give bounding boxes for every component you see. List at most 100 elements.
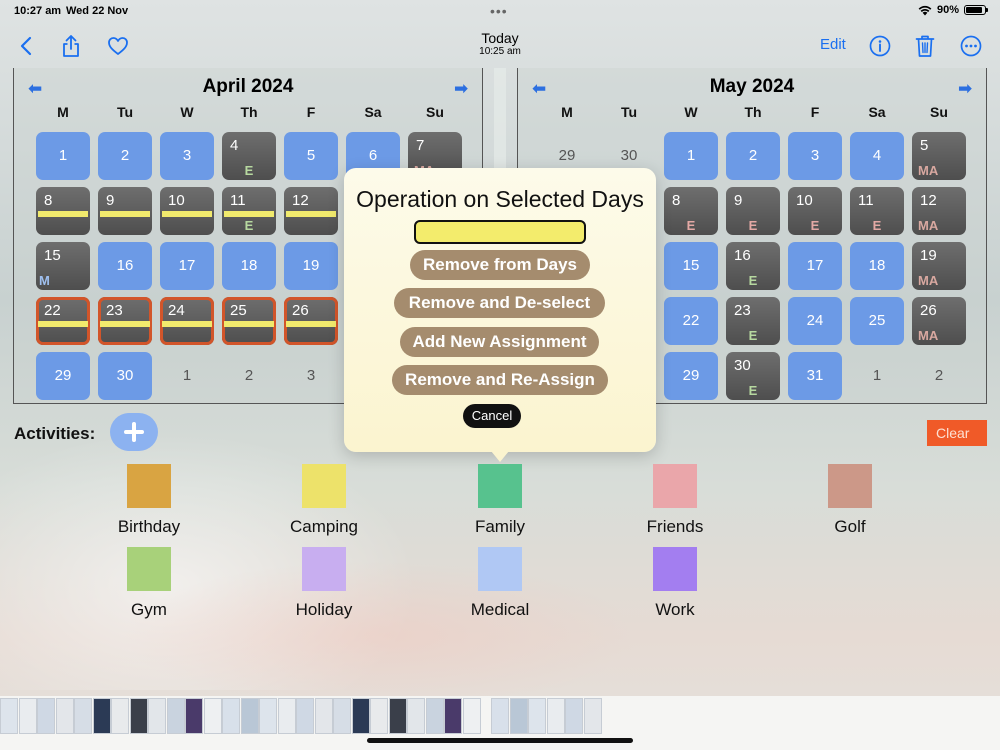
screenshot-thumbnail[interactable] (462, 698, 481, 734)
screenshot-thumbnail[interactable] (491, 698, 509, 734)
calendar-day[interactable]: 30 (98, 352, 152, 400)
screenshot-thumbnail[interactable] (333, 698, 351, 734)
calendar-day[interactable]: 19 MA (912, 242, 966, 290)
share-icon[interactable] (57, 32, 85, 60)
activity-name[interactable]: Golf (780, 517, 920, 537)
next-month-arrow-icon[interactable]: ➡ (454, 79, 468, 99)
calendar-day[interactable]: 3 (284, 352, 338, 400)
calendar-day[interactable]: 5 (284, 132, 338, 180)
screenshot-thumbnail[interactable] (18, 698, 37, 734)
calendar-day[interactable]: 10 E (788, 187, 842, 235)
calendar-day[interactable]: 22 (36, 297, 90, 345)
calendar-day[interactable]: 2 (912, 352, 966, 400)
screenshot-thumbnail[interactable] (528, 698, 546, 734)
screenshot-thumbnail[interactable] (259, 698, 277, 734)
calendar-day[interactable]: 30 E (726, 352, 780, 400)
calendar-day[interactable]: 19 (284, 242, 338, 290)
screenshot-thumbnail[interactable] (37, 698, 55, 734)
calendar-day[interactable]: 3 (788, 132, 842, 180)
screenshot-thumbnail[interactable] (55, 698, 74, 734)
calendar-day[interactable]: 16 (98, 242, 152, 290)
activity-color-swatch[interactable] (653, 464, 697, 508)
screenshot-thumbnail[interactable] (296, 698, 314, 734)
calendar-day[interactable]: 22 (664, 297, 718, 345)
calendar-day[interactable]: 8E (664, 187, 718, 235)
screenshot-thumbnail[interactable] (203, 698, 222, 734)
activity-color-swatch[interactable] (302, 464, 346, 508)
calendar-day[interactable]: 25 (222, 297, 276, 345)
calendar-day[interactable]: 9 (98, 187, 152, 235)
calendar-day[interactable]: 4 (850, 132, 904, 180)
assignment-name-field[interactable] (414, 220, 586, 244)
more-options-icon[interactable] (957, 32, 985, 60)
screenshot-thumbnail[interactable] (277, 698, 296, 734)
screenshot-thumbnail[interactable] (425, 698, 444, 734)
calendar-day[interactable]: 23 (98, 297, 152, 345)
activity-color-swatch[interactable] (478, 547, 522, 591)
screenshot-thumbnail[interactable] (314, 698, 333, 734)
calendar-day[interactable]: 17 (160, 242, 214, 290)
activity-name[interactable]: Camping (254, 517, 394, 537)
activity-name[interactable]: Medical (430, 600, 570, 620)
activity-color-swatch[interactable] (828, 464, 872, 508)
calendar-day[interactable]: 11 E (222, 187, 276, 235)
activity-color-swatch[interactable] (653, 547, 697, 591)
calendar-day[interactable]: 15 M (36, 242, 90, 290)
screenshot-thumbnail[interactable] (0, 698, 18, 734)
home-indicator[interactable] (367, 738, 633, 743)
calendar-day[interactable]: 24 (788, 297, 842, 345)
calendar-day[interactable]: 18 (222, 242, 276, 290)
add-new-assignment-button[interactable]: Add New Assignment (400, 327, 599, 357)
activity-name[interactable]: Birthday (79, 517, 219, 537)
screenshot-thumbnail[interactable] (546, 698, 565, 734)
calendar-day[interactable]: 1 (664, 132, 718, 180)
back-chevron-icon[interactable] (12, 32, 40, 60)
calendar-day[interactable]: 10 (160, 187, 214, 235)
clear-button[interactable]: Clear (927, 420, 987, 446)
activity-color-swatch[interactable] (478, 464, 522, 508)
calendar-day[interactable]: 1 (36, 132, 90, 180)
calendar-day[interactable]: 2 (222, 352, 276, 400)
activity-name[interactable]: Family (430, 517, 570, 537)
screenshot-thumbnail[interactable] (166, 698, 185, 734)
activity-color-swatch[interactable] (302, 547, 346, 591)
activity-name[interactable]: Gym (79, 600, 219, 620)
calendar-day[interactable]: 16 E (726, 242, 780, 290)
calendar-day[interactable]: 23 E (726, 297, 780, 345)
calendar-day[interactable]: 4E (222, 132, 276, 180)
activity-name[interactable]: Holiday (254, 600, 394, 620)
calendar-day[interactable]: 25 (850, 297, 904, 345)
screenshot-thumbnail[interactable] (565, 698, 583, 734)
trash-icon[interactable] (911, 32, 939, 60)
calendar-day[interactable]: 9E (726, 187, 780, 235)
calendar-day[interactable]: 12 (284, 187, 338, 235)
prev-month-arrow-icon[interactable]: ⬅ (532, 79, 546, 99)
screenshot-thumbnail[interactable] (583, 698, 602, 734)
screenshot-thumbnail[interactable] (370, 698, 388, 734)
screenshot-thumbnail[interactable] (74, 698, 92, 734)
prev-month-arrow-icon[interactable]: ⬅ (28, 79, 42, 99)
screenshot-thumbnail[interactable] (444, 698, 462, 734)
activity-name[interactable]: Friends (605, 517, 745, 537)
screenshot-thumbnail[interactable] (92, 698, 111, 734)
remove-and-deselect-button[interactable]: Remove and De-select (394, 288, 605, 318)
screenshot-thumbnail[interactable] (185, 698, 203, 734)
screenshot-thumbnail[interactable] (222, 698, 240, 734)
calendar-day[interactable]: 31 (788, 352, 842, 400)
calendar-day[interactable]: 1 (850, 352, 904, 400)
calendar-day[interactable]: 2 (726, 132, 780, 180)
add-activity-button[interactable] (110, 413, 158, 451)
info-icon[interactable] (866, 32, 894, 60)
calendar-day[interactable]: 29 (664, 352, 718, 400)
screenshot-thumbnail[interactable] (509, 698, 528, 734)
edit-button[interactable]: Edit (820, 36, 846, 53)
screenshot-thumbnail[interactable] (351, 698, 370, 734)
remove-and-reassign-button[interactable]: Remove and Re-Assign (392, 365, 608, 395)
cancel-button[interactable]: Cancel (463, 404, 521, 428)
screenshot-thumbnail[interactable] (388, 698, 407, 734)
calendar-day[interactable]: 15 (664, 242, 718, 290)
calendar-day[interactable]: 3 (160, 132, 214, 180)
favorite-heart-icon[interactable] (104, 32, 132, 60)
calendar-day[interactable]: 1 (160, 352, 214, 400)
remove-from-days-button[interactable]: Remove from Days (410, 250, 590, 280)
